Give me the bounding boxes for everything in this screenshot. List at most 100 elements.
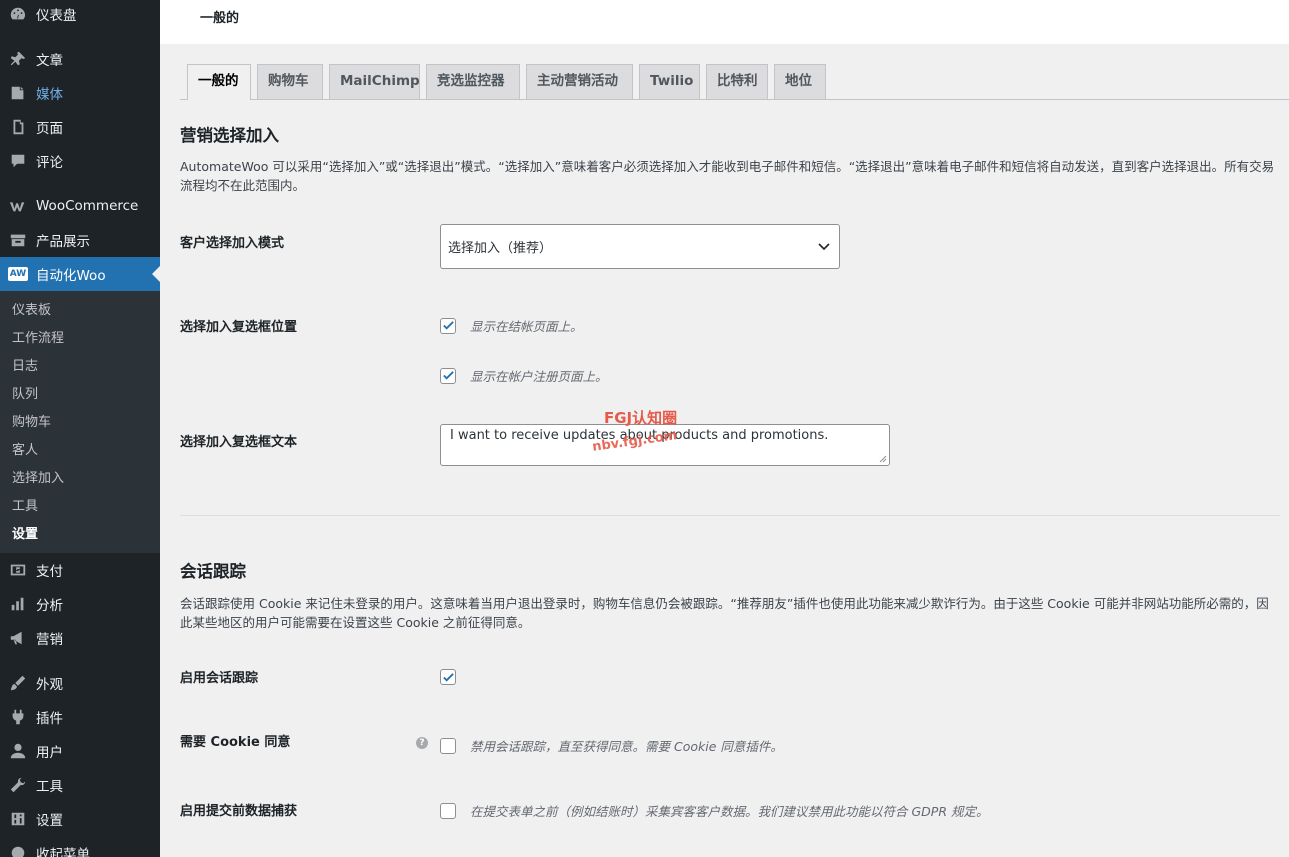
cookie-consent-checkbox[interactable] (440, 737, 456, 754)
collapse-icon (8, 843, 28, 857)
menu-comments[interactable]: 评论 (0, 144, 160, 178)
optin-checkbox-text-value: I want to receive updates about products… (450, 428, 829, 443)
media-icon (8, 83, 28, 103)
menu-collapse[interactable]: 收起菜单 (0, 836, 160, 857)
checkmark-icon (442, 321, 454, 330)
optin-mode-value: 选择加入（推荐） (448, 241, 553, 256)
wrench-icon (8, 775, 28, 795)
optin-checkout-row: 显示在结帐页面上。 (440, 316, 583, 335)
pin-icon (8, 49, 28, 69)
submenu-guests[interactable]: 客人 (0, 437, 160, 465)
cookie-consent-label: 需要 Cookie 同意 (180, 735, 291, 750)
optin-checkout-checkbox[interactable] (440, 317, 456, 334)
menu-products[interactable]: 产品展示 (0, 223, 160, 257)
submenu-queue[interactable]: 队列 (0, 381, 160, 409)
menu-plugins-label: 插件 (36, 711, 63, 727)
presubmit-capture-row: 在提交表单之前（例如结账时）采集宾客客户数据。我们建议禁用此功能以符合 GDPR… (440, 801, 988, 820)
session-enable-row (440, 669, 456, 685)
menu-automatewoo-label: 自动化Woo (36, 268, 106, 284)
menu-dashboard[interactable]: 仪表盘 (0, 0, 160, 31)
menu-analytics-label: 分析 (36, 598, 63, 614)
menu-plugins[interactable]: 插件 (0, 700, 160, 734)
submenu-settings[interactable]: 设置 (0, 521, 160, 549)
menu-pages-label: 页面 (36, 121, 63, 137)
menu-posts-label: 文章 (36, 53, 63, 69)
session-section-title: 会话跟踪 (180, 562, 246, 581)
menu-payments-label: 支付 (36, 564, 63, 580)
menu-appearance[interactable]: 外观 (0, 666, 160, 700)
menu-settings-label: 设置 (36, 813, 63, 829)
tab-status[interactable]: 地位 (774, 64, 826, 99)
settings-tabs: 一般的 购物车 MailChimp 竞选监控器 主动营销活动 Twilio 比特… (180, 64, 1289, 100)
chevron-down-icon (818, 243, 830, 251)
presubmit-capture-description: 在提交表单之前（例如结账时）采集宾客客户数据。我们建议禁用此功能以符合 GDPR… (470, 804, 989, 819)
section-divider (180, 515, 1280, 516)
presubmit-capture-label: 启用提交前数据捕获 (180, 804, 298, 819)
page-header: 一般的 (160, 0, 1289, 44)
admin-sidebar: 仪表盘 文章 媒体 页面 评论 WooCommerce 产品展示 AW 自动化W… (0, 0, 160, 857)
tab-carts[interactable]: 购物车 (257, 64, 323, 99)
archive-icon (8, 230, 28, 250)
menu-woocommerce[interactable]: WooCommerce (0, 189, 160, 223)
menu-marketing[interactable]: 营销 (0, 621, 160, 655)
presubmit-capture-checkbox[interactable] (440, 802, 456, 819)
user-icon (8, 741, 28, 761)
resize-grip-icon[interactable] (879, 455, 887, 463)
submenu-tools[interactable]: 工具 (0, 493, 160, 521)
menu-analytics[interactable]: 分析 (0, 587, 160, 621)
optin-register-label: 显示在帐户注册页面上。 (470, 369, 608, 384)
optin-mode-select[interactable]: 选择加入（推荐） (440, 224, 840, 269)
submenu-dashboard[interactable]: 仪表板 (0, 297, 160, 325)
menu-automatewoo[interactable]: AW 自动化Woo (0, 257, 160, 291)
menu-users[interactable]: 用户 (0, 734, 160, 768)
session-section-description: 会话跟踪使用 Cookie 来记住未登录的用户。这意味着当用户退出登录时，购物车… (180, 596, 1269, 630)
dashboard-icon (8, 4, 28, 24)
optin-section-title: 营销选择加入 (180, 126, 279, 145)
page-title: 一般的 (200, 11, 240, 26)
cookie-consent-row: 禁用会话跟踪，直至获得同意。需要 Cookie 同意插件。 (440, 736, 783, 755)
tab-twilio[interactable]: Twilio (639, 64, 700, 99)
menu-settings[interactable]: 设置 (0, 802, 160, 836)
menu-appearance-label: 外观 (36, 677, 63, 693)
checkmark-icon (442, 371, 454, 380)
menu-dashboard-label: 仪表盘 (36, 8, 77, 24)
submenu-logs[interactable]: 日志 (0, 353, 160, 381)
aw-icon: AW (7, 264, 29, 284)
menu-marketing-label: 营销 (36, 632, 63, 648)
menu-payments[interactable]: 支付 (0, 553, 160, 587)
optin-section-description: AutomateWoo 可以采用“选择加入”或“选择退出”模式。“选择加入”意味… (180, 159, 1275, 193)
menu-posts[interactable]: 文章 (0, 42, 160, 76)
menu-tools[interactable]: 工具 (0, 768, 160, 802)
session-enable-checkbox[interactable] (440, 669, 456, 685)
menu-pages[interactable]: 页面 (0, 110, 160, 144)
brush-icon (8, 673, 28, 693)
submenu-carts[interactable]: 购物车 (0, 409, 160, 437)
session-enable-label: 启用会话跟踪 (180, 671, 259, 686)
menu-products-label: 产品展示 (36, 234, 90, 250)
menu-tools-label: 工具 (36, 779, 63, 795)
optin-checkout-label: 显示在结帐页面上。 (470, 319, 583, 334)
bar-chart-icon (8, 594, 28, 614)
optin-register-row: 显示在帐户注册页面上。 (440, 366, 608, 385)
menu-comments-label: 评论 (36, 155, 63, 171)
tab-bitly[interactable]: 比特利 (706, 64, 768, 99)
optin-checkbox-position-label: 选择加入复选框位置 (180, 320, 298, 335)
menu-woocommerce-label: WooCommerce (36, 198, 139, 214)
page-icon (8, 117, 28, 137)
tab-general[interactable]: 一般的 (187, 64, 251, 100)
woo-icon (8, 196, 28, 216)
help-icon[interactable]: ? (416, 737, 428, 749)
menu-media[interactable]: 媒体 (0, 76, 160, 110)
tab-mailchimp[interactable]: MailChimp (329, 64, 420, 99)
tab-campaign-monitor[interactable]: 竞选监控器 (426, 64, 520, 99)
menu-media-label: 媒体 (36, 87, 63, 103)
cookie-consent-description: 禁用会话跟踪，直至获得同意。需要 Cookie 同意插件。 (470, 739, 783, 754)
submenu-optins[interactable]: 选择加入 (0, 465, 160, 493)
optin-checkbox-text-input[interactable]: I want to receive updates about products… (440, 424, 890, 466)
settings-icon (8, 809, 28, 829)
tab-active-campaign[interactable]: 主动营销活动 (526, 64, 633, 99)
megaphone-icon (8, 628, 28, 648)
optin-register-checkbox[interactable] (440, 367, 456, 384)
comment-icon (8, 151, 28, 171)
submenu-workflows[interactable]: 工作流程 (0, 325, 160, 353)
